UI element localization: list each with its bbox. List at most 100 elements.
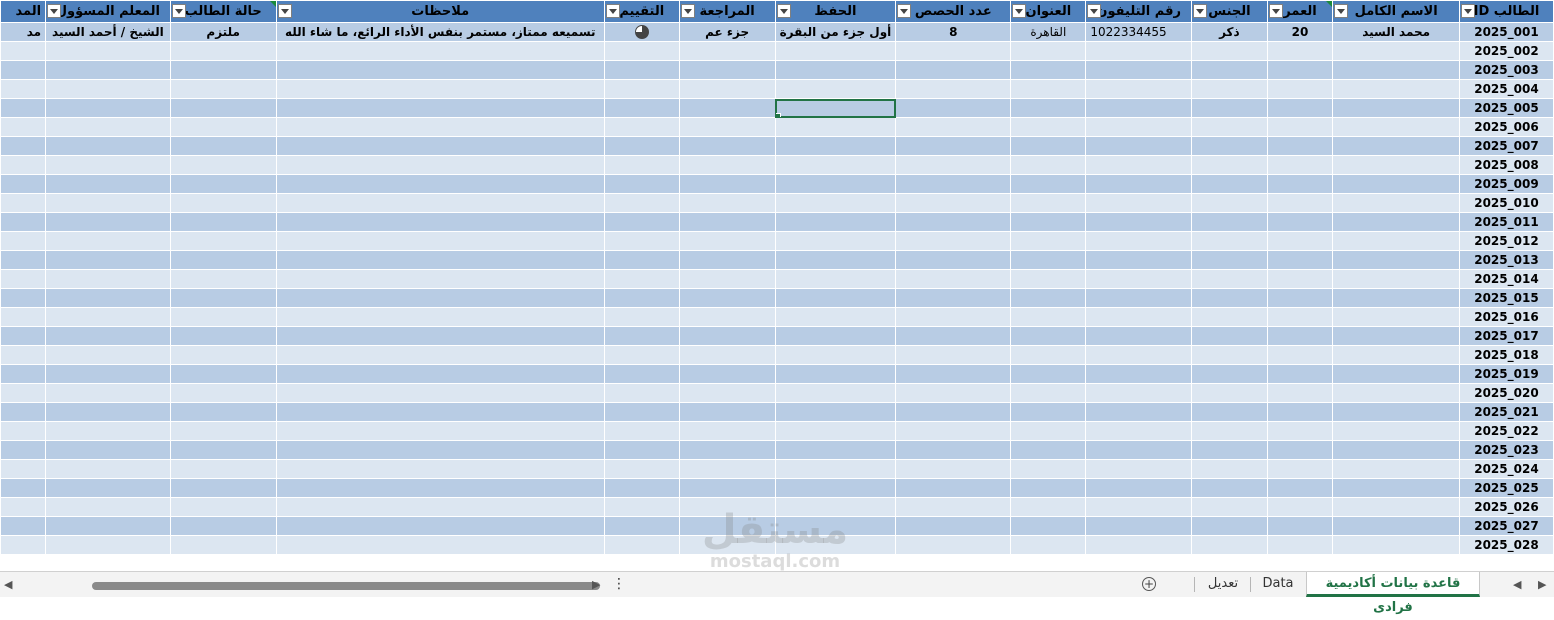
cell-phone[interactable] (1085, 497, 1193, 517)
cell-rating[interactable] (603, 535, 680, 555)
scroll-left-arrow-icon[interactable]: ◀ (4, 578, 12, 591)
cell-phone[interactable] (1085, 478, 1193, 498)
cell-address[interactable] (1010, 231, 1087, 251)
cell-phone[interactable] (1085, 41, 1193, 61)
cell-review[interactable] (678, 174, 776, 194)
cell-review[interactable] (678, 250, 776, 270)
cell-name[interactable] (1332, 155, 1460, 175)
cell-address[interactable] (1010, 307, 1087, 327)
cell-address[interactable]: القاهرة (1010, 22, 1087, 42)
cell-age[interactable] (1266, 459, 1334, 479)
cell-extra[interactable]: مد (0, 22, 47, 42)
cell-extra[interactable] (0, 421, 47, 441)
header-name[interactable]: الاسم الكامل (1332, 0, 1460, 23)
cell-id[interactable]: 2025_022 (1458, 421, 1554, 441)
cell-status[interactable] (169, 117, 277, 137)
cell-name[interactable] (1332, 440, 1460, 460)
fill-handle[interactable] (776, 113, 781, 117)
header-phone[interactable]: رقم التليفون (1085, 0, 1193, 23)
cell-rating[interactable] (603, 193, 680, 213)
cell-gender[interactable] (1191, 155, 1268, 175)
cell-id[interactable]: 2025_010 (1458, 193, 1554, 213)
cell-status[interactable] (169, 155, 277, 175)
cell-extra[interactable] (0, 269, 47, 289)
cell-status[interactable] (169, 79, 277, 99)
cell-name[interactable] (1332, 307, 1460, 327)
cell-gender[interactable] (1191, 402, 1268, 422)
cell-id[interactable]: 2025_002 (1458, 41, 1554, 61)
cell-phone[interactable] (1085, 98, 1193, 118)
header-age[interactable]: العمر (1266, 0, 1334, 23)
cell-teacher[interactable] (45, 212, 171, 232)
cell-id[interactable]: 2025_003 (1458, 60, 1554, 80)
cell-name[interactable] (1332, 41, 1460, 61)
cell-name[interactable] (1332, 421, 1460, 441)
cell-extra[interactable] (0, 288, 47, 308)
cell-phone[interactable] (1085, 174, 1193, 194)
cell-teacher[interactable] (45, 421, 171, 441)
cell-status[interactable] (169, 212, 277, 232)
cell-status[interactable] (169, 307, 277, 327)
cell-notes[interactable] (275, 79, 605, 99)
header-memorization[interactable]: الحفظ (774, 0, 897, 23)
cell-phone[interactable] (1085, 60, 1193, 80)
cell-address[interactable] (1010, 516, 1087, 536)
cell-age[interactable] (1266, 231, 1334, 251)
cell-age[interactable] (1266, 250, 1334, 270)
cell-name[interactable] (1332, 60, 1460, 80)
cell-notes[interactable] (275, 307, 605, 327)
cell-teacher[interactable] (45, 478, 171, 498)
cell-rating[interactable] (603, 326, 680, 346)
cell-notes[interactable]: تسميعه ممتاز، مستمر بنفس الأداء الرائع، … (275, 22, 605, 42)
cell-id[interactable]: 2025_001 (1458, 22, 1554, 42)
filter-dropdown-icon[interactable] (1012, 4, 1027, 18)
cell-teacher[interactable] (45, 364, 171, 384)
cell-address[interactable] (1010, 326, 1087, 346)
cell-phone[interactable] (1085, 402, 1193, 422)
cell-memorization[interactable]: أول جزء من البقرة (774, 22, 897, 42)
cell-review[interactable] (678, 193, 776, 213)
cell-teacher[interactable] (45, 155, 171, 175)
filter-dropdown-icon[interactable] (1087, 4, 1102, 18)
cell-memorization[interactable] (774, 345, 897, 365)
cell-address[interactable] (1010, 212, 1087, 232)
cell-address[interactable] (1010, 478, 1087, 498)
cell-sessions[interactable] (895, 345, 1012, 365)
add-sheet-icon[interactable]: + (1142, 577, 1156, 591)
cell-teacher[interactable] (45, 402, 171, 422)
cell-sessions[interactable] (895, 155, 1012, 175)
cell-rating[interactable] (603, 155, 680, 175)
cell-status[interactable] (169, 60, 277, 80)
cell-teacher[interactable]: الشيخ / أحمد السيد (45, 22, 171, 42)
filter-dropdown-icon[interactable] (1193, 4, 1208, 18)
cell-id[interactable]: 2025_017 (1458, 326, 1554, 346)
cell-gender[interactable] (1191, 136, 1268, 156)
filter-dropdown-icon[interactable] (605, 4, 620, 18)
cell-phone[interactable]: 1022334455 (1085, 22, 1193, 42)
cell-notes[interactable] (275, 269, 605, 289)
cell-teacher[interactable] (45, 117, 171, 137)
cell-phone[interactable] (1085, 79, 1193, 99)
cell-id[interactable]: 2025_006 (1458, 117, 1554, 137)
cell-sessions[interactable] (895, 41, 1012, 61)
cell-teacher[interactable] (45, 136, 171, 156)
cell-name[interactable] (1332, 269, 1460, 289)
cell-id[interactable]: 2025_025 (1458, 478, 1554, 498)
cell-address[interactable] (1010, 345, 1087, 365)
cell-rating[interactable] (603, 497, 680, 517)
cell-name[interactable] (1332, 364, 1460, 384)
cell-id[interactable]: 2025_028 (1458, 535, 1554, 555)
cell-gender[interactable] (1191, 98, 1268, 118)
cell-sessions[interactable] (895, 174, 1012, 194)
cell-phone[interactable] (1085, 364, 1193, 384)
cell-memorization[interactable] (774, 459, 897, 479)
cell-extra[interactable] (0, 478, 47, 498)
cell-status[interactable] (169, 326, 277, 346)
cell-phone[interactable] (1085, 421, 1193, 441)
cell-status[interactable] (169, 345, 277, 365)
cell-review[interactable] (678, 41, 776, 61)
cell-name[interactable] (1332, 136, 1460, 156)
tab-academy-database[interactable]: قاعدة بيانات أكاديمية فرادى (1306, 572, 1480, 615)
cell-rating[interactable] (603, 440, 680, 460)
cell-memorization[interactable] (774, 193, 897, 213)
